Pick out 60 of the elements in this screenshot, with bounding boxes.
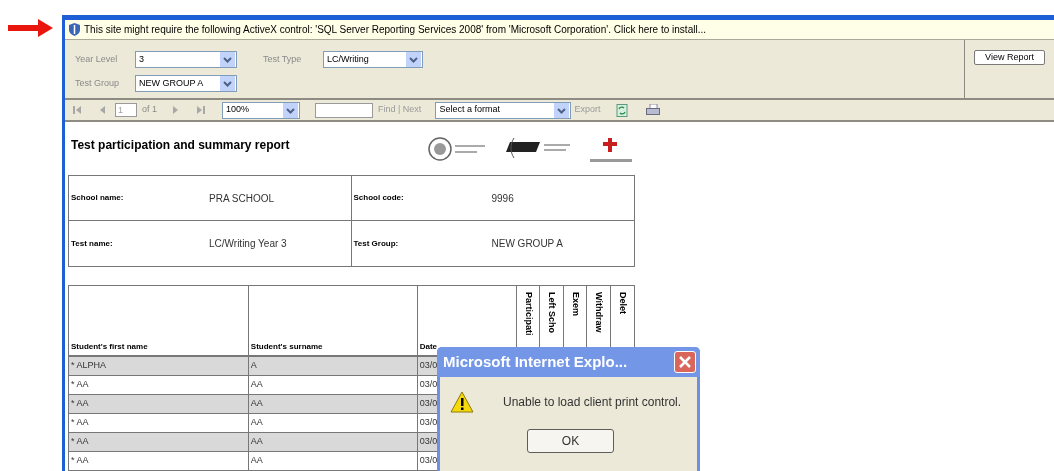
detail-value: LC/Writing Year 3 (209, 237, 287, 251)
column-header: Date (419, 341, 438, 353)
table-cell: * AA (71, 378, 89, 392)
table-cell: 03/0 (419, 416, 438, 430)
first-page-icon[interactable] (73, 105, 83, 115)
column-header: Student's first name (71, 341, 148, 353)
refresh-icon[interactable] (616, 103, 629, 117)
close-button[interactable] (674, 351, 696, 373)
column-header: Student's surname (250, 341, 323, 353)
dialog-title: Microsoft Internet Explo... (443, 351, 629, 372)
column-header: Delet (617, 292, 629, 314)
table-cell: 03/0 (419, 378, 438, 392)
table-cell: AA (250, 435, 263, 449)
table-cell: AA (250, 397, 263, 411)
table-cell: * AA (71, 454, 89, 468)
warning-icon (450, 391, 474, 413)
detail-value: PRA SCHOOL (209, 191, 275, 206)
last-page-icon[interactable] (195, 105, 205, 115)
parameter-dropdown[interactable]: 3 (135, 51, 237, 68)
ok-button[interactable]: OK (527, 429, 614, 453)
dialog-message: Unable to load client print control. (503, 394, 682, 411)
report-title: Test participation and summary report (71, 137, 291, 154)
column-header: Withdraw (593, 292, 606, 333)
information-bar-text: This site might require the following ActiveX control: 'SQL Server Reporting Services 2008' from 'Microsoft Corporation'. Click here to install... (84, 23, 706, 37)
table-cell: 03/0 (419, 397, 438, 411)
table-cell: * AA (71, 416, 89, 430)
parameter-label: Test Type (263, 52, 303, 66)
detail-label: School name: (70, 192, 125, 204)
page-count: of 1 (142, 103, 157, 117)
detail-label: Test Group: (352, 237, 400, 250)
parameter-dropdown[interactable]: LC/Writing (323, 51, 423, 68)
parameter-label: Test Group (75, 76, 121, 90)
table-cell: AA (250, 378, 263, 392)
parameter-label: Year Level (75, 52, 119, 66)
find-field[interactable] (315, 102, 373, 118)
detail-value: NEW GROUP A (491, 237, 563, 251)
view-report-button[interactable]: View Report (974, 50, 1045, 65)
table-cell: * AA (71, 397, 89, 411)
table-cell: AA (250, 416, 263, 430)
information-bar[interactable]: This site might require the following ActiveX control: 'SQL Server Reporting Services 2008' from 'Microsoft Corporation'. Click here to install... (65, 20, 1054, 40)
table-cell: AA (250, 454, 263, 468)
table-cell: 03/0 (419, 435, 438, 449)
column-header: Left Scho (546, 292, 559, 333)
close-icon (679, 356, 691, 368)
shield-icon (69, 23, 80, 36)
table-cell: A (250, 359, 257, 373)
detail-label: Test name: (70, 237, 114, 250)
column-header: Participati (522, 292, 535, 336)
zoom-dropdown[interactable]: 100% (222, 101, 300, 119)
parameter-dropdown[interactable]: NEW GROUP A (135, 75, 237, 92)
detail-label: School code: (352, 192, 405, 204)
table-cell: 03/0 (419, 454, 438, 468)
format-dropdown[interactable]: Select a format (435, 101, 572, 119)
print-icon[interactable] (646, 104, 661, 116)
table-cell: * ALPHA (71, 359, 107, 373)
table-cell: 03/0 (419, 359, 438, 373)
detail-value: 9996 (491, 191, 514, 206)
column-header: Exem (569, 292, 582, 317)
arrow-icon (8, 19, 53, 37)
table-cell: * AA (71, 435, 89, 449)
